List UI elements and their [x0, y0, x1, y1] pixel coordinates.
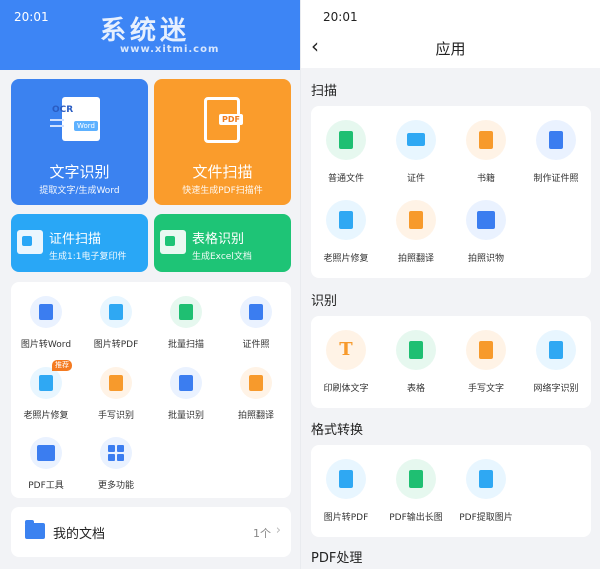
id-photo-icon — [240, 296, 272, 328]
object-scan-icon — [466, 200, 506, 240]
app-book[interactable]: 书籍 — [451, 120, 521, 184]
tool-id-photo[interactable]: 证件照 — [221, 296, 291, 350]
id-card-icon — [396, 120, 436, 160]
toolbox-icon — [30, 437, 62, 469]
image-pdf-icon — [326, 459, 366, 499]
app-photo-translate[interactable]: 拍照翻译 — [381, 200, 451, 264]
chevron-right-icon: › — [275, 523, 281, 538]
tool-handwriting[interactable]: 手写识别 — [81, 367, 151, 421]
tool-more-features[interactable]: 更多功能 — [81, 437, 151, 491]
my-documents-label: 我的文档 — [53, 527, 106, 542]
ocr-card[interactable]: OCR Word 文字识别 提取文字/生成Word — [11, 79, 148, 205]
scan-card[interactable]: PDF 文件扫描 快速生成PDF扫描件 — [154, 79, 291, 205]
tool-image-to-pdf[interactable]: 图片转PDF — [81, 296, 151, 350]
app-print-text[interactable]: T 印刷体文字 — [311, 330, 381, 394]
photo-restore-icon — [326, 200, 366, 240]
excel-icon — [396, 330, 436, 370]
id-card-title: 证件扫描 — [49, 232, 102, 247]
status-time: 20:01 — [323, 10, 358, 24]
recognize-section: T 印刷体文字 表格 手写文字 网络字识别 — [311, 316, 591, 408]
app-web-text[interactable]: 网络字识别 — [521, 330, 591, 394]
app-handwriting[interactable]: 手写文字 — [451, 330, 521, 394]
app-table[interactable]: 表格 — [381, 330, 451, 394]
tool-pdf-tools[interactable]: PDF工具 — [11, 437, 81, 491]
tool-image-to-word[interactable]: 图片转Word — [11, 296, 81, 350]
long-image-icon — [396, 459, 436, 499]
table-recognition-card[interactable]: 表格识别 生成Excel文档 — [154, 214, 291, 272]
app-make-id-photo[interactable]: 制作证件照 — [521, 120, 591, 184]
app-plain-document[interactable]: 普通文件 — [311, 120, 381, 184]
excel-icon — [160, 230, 186, 254]
scan-card-subtitle: 快速生成PDF扫描件 — [182, 186, 263, 196]
section-title-recognize: 识别 — [311, 294, 338, 309]
section-title-convert: 格式转换 — [311, 423, 364, 438]
section-title-pdf: PDF处理 — [311, 551, 363, 566]
folder-icon — [25, 520, 45, 539]
scan-card-title: 文件扫描 — [192, 163, 253, 181]
web-text-icon — [536, 330, 576, 370]
table-card-title: 表格识别 — [192, 232, 245, 247]
ocr-doc-icon: OCR Word — [50, 97, 100, 141]
id-card-subtitle: 生成1:1电子复印件 — [49, 252, 127, 262]
extract-image-icon — [466, 459, 506, 499]
apps-screen: 20:01 ⊠ ◠ 87 ‹ 应用 扫描 普通文件 证件 书籍 制作证件照 老照… — [301, 0, 600, 569]
tool-batch-recognize[interactable]: 批量识别 — [151, 367, 221, 421]
text-icon: T — [326, 330, 366, 370]
handwriting-icon — [466, 330, 506, 370]
app-object-recognition[interactable]: 拍照识物 — [451, 200, 521, 264]
app-certificate[interactable]: 证件 — [381, 120, 451, 184]
handwriting-icon — [100, 367, 132, 399]
photo-restore-icon — [30, 367, 62, 399]
recommend-badge: 推荐 — [52, 360, 72, 371]
my-documents-row[interactable]: 我的文档 1个 › — [11, 507, 291, 557]
tools-grid: 图片转Word 图片转PDF 批量扫描 证件照 推荐 老照片修复 手写识别 批量… — [11, 282, 291, 498]
grid-more-icon — [100, 437, 132, 469]
page-title: 应用 — [435, 40, 466, 58]
section-title-scan: 扫描 — [311, 84, 338, 99]
ocr-card-subtitle: 提取文字/生成Word — [39, 186, 120, 196]
watermark-logo: 系统迷 — [100, 16, 191, 46]
translate-icon — [396, 200, 436, 240]
translate-icon — [240, 367, 272, 399]
documents-count: 1个 — [253, 527, 271, 540]
app-photo-restore[interactable]: 老照片修复 — [311, 200, 381, 264]
scan-section: 普通文件 证件 书籍 制作证件照 老照片修复 拍照翻译 拍照识物 — [311, 106, 591, 278]
id-photo-icon — [536, 120, 576, 160]
image-pdf-icon — [100, 296, 132, 328]
book-icon — [466, 120, 506, 160]
tool-photo-translate[interactable]: 拍照翻译 — [221, 367, 291, 421]
app-pdf-extract-images[interactable]: PDF提取图片 — [451, 459, 521, 523]
watermark-url: www.xitmi.com — [120, 44, 220, 55]
home-screen: 20:01 ⊠ ◠ 87 系统迷 www.xitmi.com OCR Word … — [0, 0, 300, 569]
id-scan-card[interactable]: 证件扫描 生成1:1电子复印件 — [11, 214, 148, 272]
id-card-icon — [17, 230, 43, 254]
table-card-subtitle: 生成Excel文档 — [192, 252, 252, 262]
ocr-card-title: 文字识别 — [49, 163, 110, 181]
batch-recognize-icon — [170, 367, 202, 399]
pdf-scan-icon: PDF — [204, 97, 243, 143]
status-time: 20:01 — [14, 10, 49, 24]
app-image-to-pdf[interactable]: 图片转PDF — [311, 459, 381, 523]
tool-photo-restore[interactable]: 推荐 老照片修复 — [11, 360, 81, 421]
tool-batch-scan[interactable]: 批量扫描 — [151, 296, 221, 350]
document-icon — [326, 120, 366, 160]
batch-scan-icon — [170, 296, 202, 328]
word-icon — [30, 296, 62, 328]
app-pdf-long-image[interactable]: PDF输出长图 — [381, 459, 451, 523]
convert-section: 图片转PDF PDF输出长图 PDF提取图片 — [311, 445, 591, 537]
